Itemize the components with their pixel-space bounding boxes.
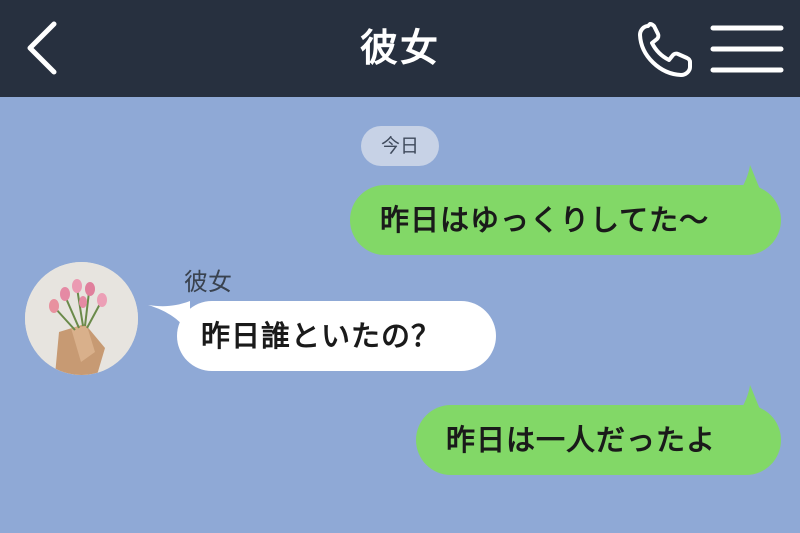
message-bubble-received[interactable]: 昨日誰といたの？ bbox=[177, 301, 496, 371]
call-button[interactable] bbox=[634, 20, 696, 80]
message-text: 昨日は一人だったよ bbox=[446, 423, 717, 457]
chevron-left-icon bbox=[27, 21, 57, 75]
sender-name: 彼女 bbox=[184, 268, 232, 296]
avatar[interactable] bbox=[25, 262, 138, 375]
phone-icon bbox=[638, 22, 692, 77]
chat-header: 彼女 bbox=[0, 0, 800, 97]
message-bubble-sent[interactable]: 昨日は一人だったよ bbox=[416, 405, 781, 475]
message-text: 昨日誰といたの？ bbox=[201, 319, 442, 353]
tulip-bouquet-photo bbox=[25, 262, 138, 375]
back-button[interactable] bbox=[18, 18, 68, 78]
menu-button[interactable] bbox=[710, 22, 784, 76]
hamburger-menu-icon bbox=[710, 25, 784, 73]
message-bubble-sent[interactable]: 昨日はゆっくりしてた〜 bbox=[350, 185, 781, 255]
message-text: 昨日はゆっくりしてた〜 bbox=[380, 203, 710, 237]
date-separator: 今日 bbox=[361, 126, 439, 166]
